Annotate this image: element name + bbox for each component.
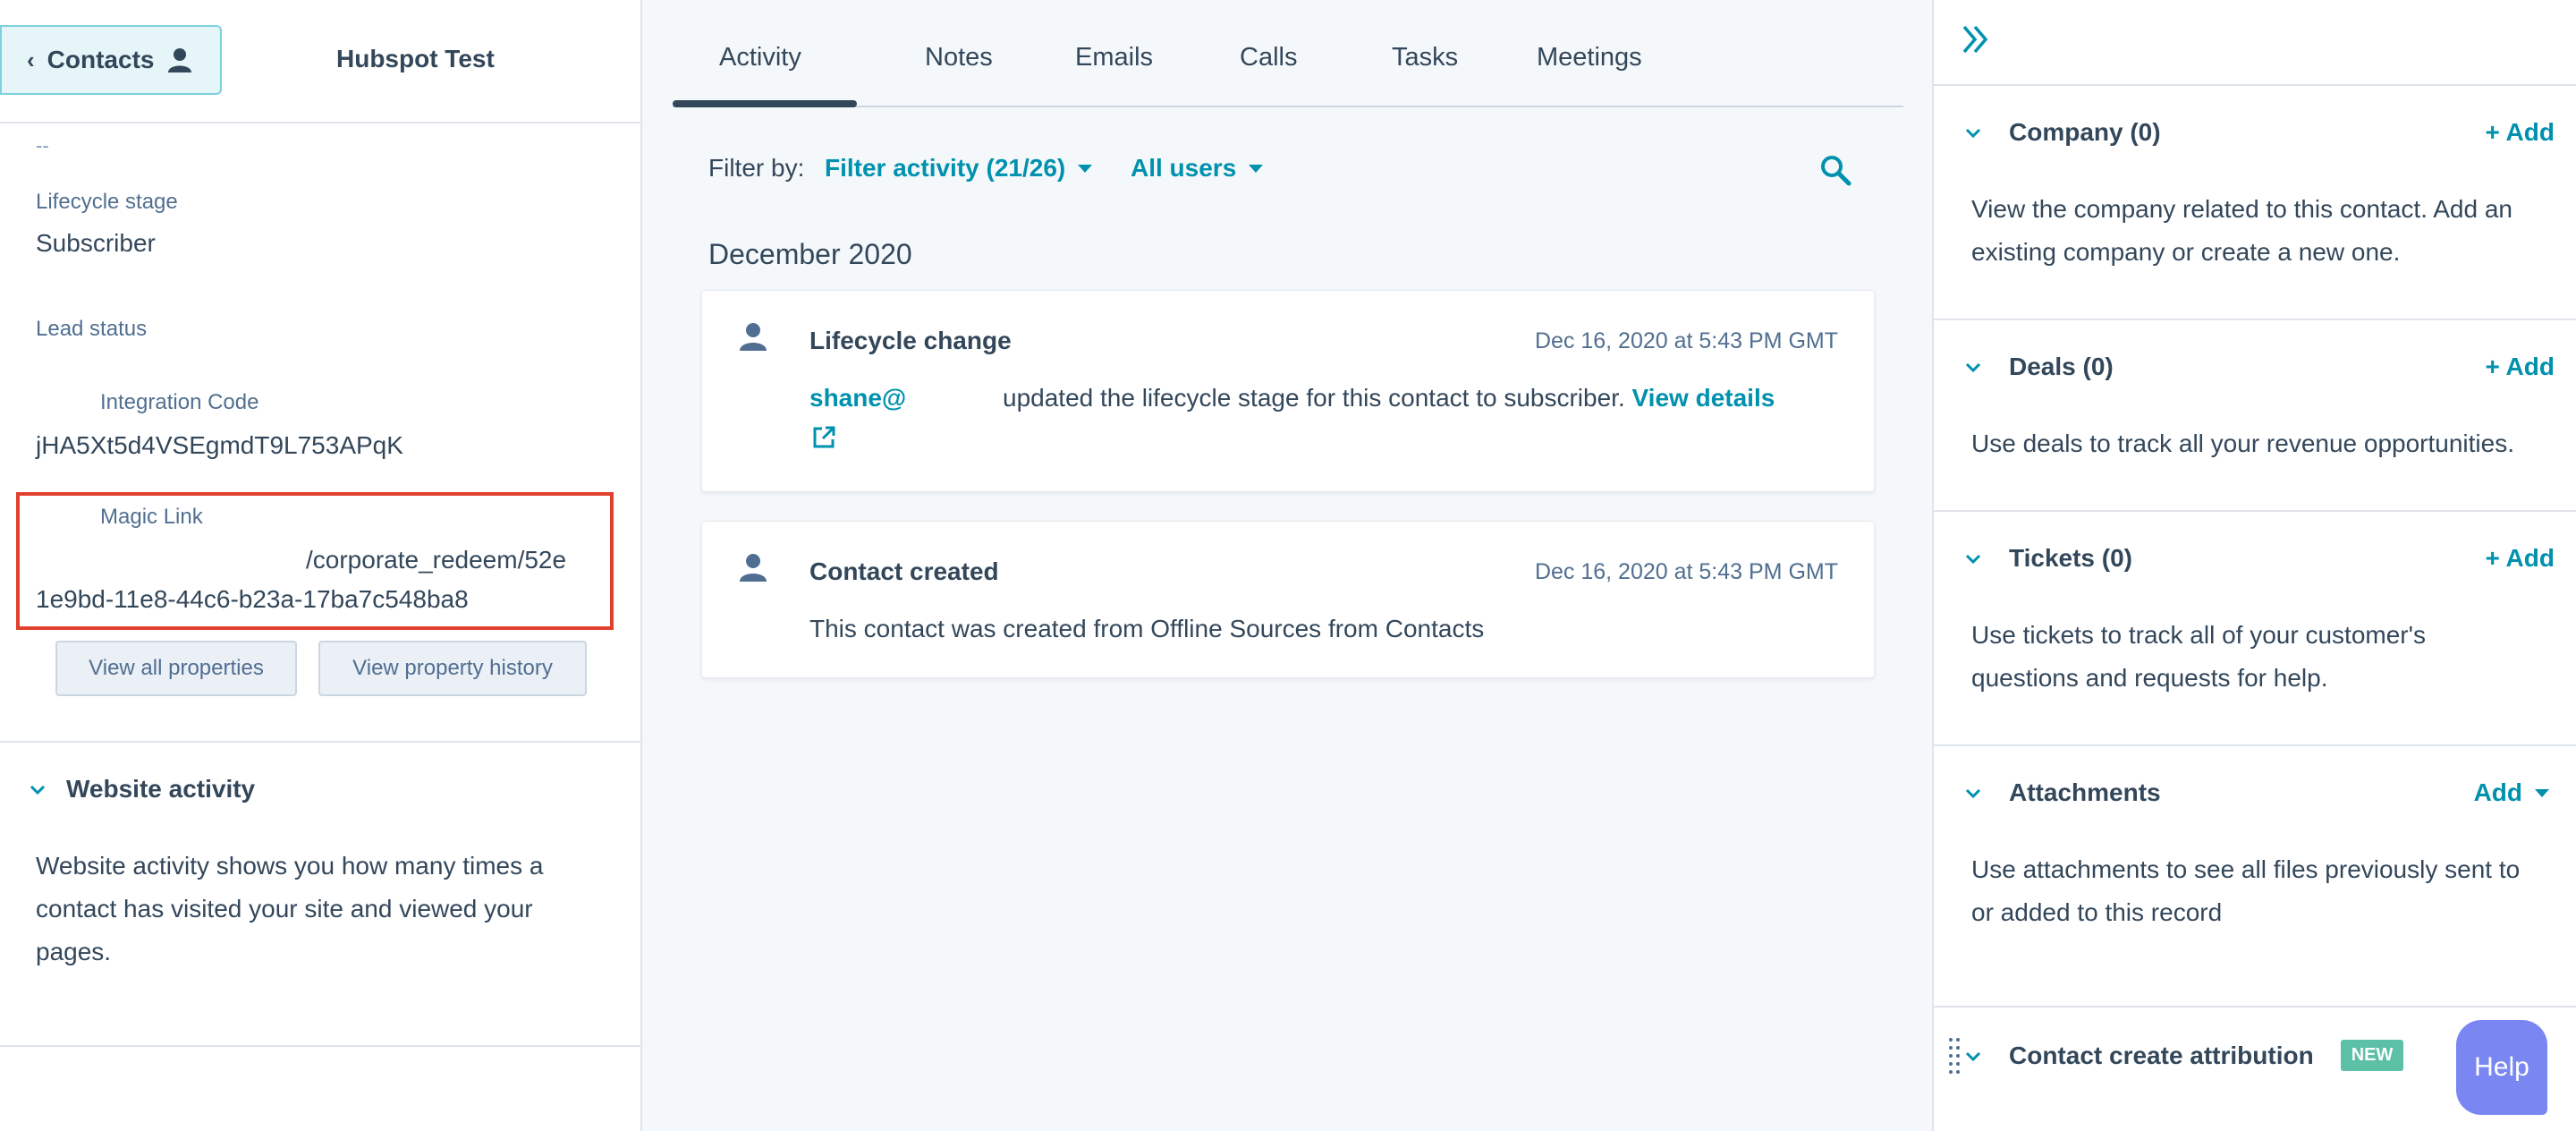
right-sidebar: Company (0) + Add View the company relat… bbox=[1932, 0, 2576, 1131]
divider bbox=[1934, 319, 2576, 320]
tickets-section-title: Tickets (0) bbox=[2009, 544, 2132, 572]
add-deal-button[interactable]: + Add bbox=[2485, 353, 2555, 381]
chevron-down-icon bbox=[1965, 1051, 1981, 1061]
add-company-button[interactable]: + Add bbox=[2485, 118, 2555, 147]
chevron-down-icon bbox=[1965, 128, 1981, 139]
activity-text: updated the lifecycle stage for this con… bbox=[1003, 384, 1625, 412]
month-header: December 2020 bbox=[708, 238, 912, 270]
deals-section-title: Deals (0) bbox=[2009, 353, 2114, 380]
back-button-label: Contacts bbox=[47, 46, 155, 73]
left-sidebar: ‹ Contacts Hubspot Test -- Lifecycle sta… bbox=[0, 0, 642, 1131]
activity-date: Dec 16, 2020 at 5:43 PM GMT bbox=[1534, 559, 1838, 584]
tab-tasks[interactable]: Tasks bbox=[1392, 43, 1458, 72]
filter-activity-label: Filter activity (21/26) bbox=[825, 154, 1066, 182]
lifecycle-stage-label: Lifecycle stage bbox=[36, 190, 178, 214]
lifecycle-stage-value[interactable]: Subscriber bbox=[36, 229, 156, 258]
chevron-left-icon: ‹ bbox=[27, 46, 35, 73]
attribution-section-toggle[interactable]: Contact create attribution NEW bbox=[1964, 1040, 2404, 1071]
magic-link-label: Magic Link bbox=[100, 505, 203, 529]
record-header: ‹ Contacts Hubspot Test bbox=[0, 0, 640, 123]
deals-section-text: Use deals to track all your revenue oppo… bbox=[1971, 429, 2514, 457]
all-users-dropdown[interactable]: All users bbox=[1131, 154, 1264, 183]
website-activity-toggle[interactable]: Website activity bbox=[29, 775, 255, 804]
attachments-section-text-2: or added to this record bbox=[1971, 898, 2223, 926]
tab-calls[interactable]: Calls bbox=[1240, 43, 1297, 72]
activity-date: Dec 16, 2020 at 5:43 PM GMT bbox=[1534, 328, 1838, 353]
divider bbox=[1934, 744, 2576, 746]
activity-title: Lifecycle change bbox=[809, 327, 1012, 354]
empty-property-value: -- bbox=[36, 134, 49, 157]
divider bbox=[1934, 1006, 2576, 1008]
caret-down-icon bbox=[1249, 164, 1264, 173]
tickets-section-toggle[interactable]: Tickets (0) bbox=[1964, 544, 2132, 573]
caret-down-icon bbox=[1078, 164, 1093, 173]
website-activity-text-2: contact has visited your site and viewed… bbox=[36, 895, 533, 923]
search-icon[interactable] bbox=[1819, 154, 1852, 186]
divider bbox=[1934, 84, 2576, 86]
chevron-down-icon bbox=[1965, 554, 1981, 565]
activity-feed-panel: Activity Notes Emails Calls Tasks Meetin… bbox=[642, 0, 1932, 1131]
tab-emails[interactable]: Emails bbox=[1075, 43, 1153, 72]
company-section-text-1: View the company related to this contact… bbox=[1971, 195, 2512, 223]
website-activity-text-3: pages. bbox=[36, 938, 112, 965]
double-chevron-right-icon[interactable] bbox=[1959, 21, 1995, 57]
help-button[interactable]: Help bbox=[2456, 1020, 2547, 1115]
view-all-properties-button[interactable]: View all properties bbox=[55, 641, 297, 696]
chevron-down-icon bbox=[30, 785, 46, 795]
tickets-section-text-1: Use tickets to track all of your custome… bbox=[1971, 621, 2426, 649]
caret-down-icon bbox=[2535, 788, 2549, 797]
chevron-down-icon bbox=[1965, 362, 1981, 373]
divider bbox=[0, 1045, 640, 1047]
activity-text: This contact was created from Offline So… bbox=[809, 615, 1485, 642]
tab-meetings[interactable]: Meetings bbox=[1537, 43, 1642, 72]
add-attachment-dropdown[interactable]: Add bbox=[2474, 778, 2549, 807]
website-activity-title: Website activity bbox=[66, 775, 256, 803]
filter-activity-dropdown[interactable]: Filter activity (21/26) bbox=[825, 154, 1093, 183]
new-badge: NEW bbox=[2340, 1040, 2404, 1071]
chevron-down-icon bbox=[1965, 788, 1981, 799]
record-name: Hubspot Test bbox=[336, 45, 495, 72]
activity-title: Contact created bbox=[809, 557, 999, 585]
tickets-section-text-2: questions and requests for help. bbox=[1971, 664, 2328, 692]
divider bbox=[1934, 510, 2576, 512]
magic-link-value-line1[interactable]: /corporate_redeem/52e bbox=[306, 546, 566, 574]
attachments-section-text-1: Use attachments to see all files previou… bbox=[1971, 855, 2521, 883]
activity-card-contact-created[interactable]: Contact created Dec 16, 2020 at 5:43 PM … bbox=[701, 521, 1875, 678]
person-icon bbox=[740, 323, 767, 351]
back-to-contacts-button[interactable]: ‹ Contacts bbox=[0, 25, 222, 95]
attachments-section-title: Attachments bbox=[2009, 778, 2161, 806]
person-icon bbox=[740, 554, 767, 582]
attribution-section-title: Contact create attribution bbox=[2009, 1041, 2314, 1069]
add-ticket-button[interactable]: + Add bbox=[2485, 544, 2555, 573]
company-section-title: Company (0) bbox=[2009, 118, 2161, 146]
integration-code-value[interactable]: jHA5Xt5d4VSEgmdT9L753APqK bbox=[36, 431, 403, 460]
attachments-section-toggle[interactable]: Attachments bbox=[1964, 778, 2161, 807]
activity-card-lifecycle-change[interactable]: Lifecycle change Dec 16, 2020 at 5:43 PM… bbox=[701, 290, 1875, 492]
external-link-icon[interactable] bbox=[811, 425, 836, 450]
add-attachment-label: Add bbox=[2473, 778, 2522, 806]
lead-status-label: Lead status bbox=[36, 317, 148, 341]
divider bbox=[0, 741, 640, 743]
activity-tabs: Activity Notes Emails Calls Tasks Meetin… bbox=[673, 0, 1903, 107]
person-icon bbox=[168, 48, 192, 72]
view-details-link[interactable]: View details bbox=[1632, 384, 1775, 412]
company-section-toggle[interactable]: Company (0) bbox=[1964, 118, 2161, 147]
company-section-text-2: existing company or create a new one. bbox=[1971, 238, 2401, 266]
tab-activity[interactable]: Activity bbox=[719, 43, 801, 72]
drag-handle-icon[interactable] bbox=[1948, 1036, 1961, 1076]
filter-by-label: Filter by: bbox=[708, 154, 805, 182]
view-property-history-button[interactable]: View property history bbox=[318, 641, 587, 696]
all-users-label: All users bbox=[1131, 154, 1237, 182]
user-link[interactable]: shane@ bbox=[809, 384, 906, 412]
deals-section-toggle[interactable]: Deals (0) bbox=[1964, 353, 2114, 381]
website-activity-text-1: Website activity shows you how many time… bbox=[36, 852, 544, 880]
magic-link-value-line2[interactable]: 1e9bd-11e8-44c6-b23a-17ba7c548ba8 bbox=[36, 585, 469, 614]
active-tab-indicator bbox=[673, 100, 857, 107]
integration-code-label: Integration Code bbox=[100, 390, 259, 414]
tab-notes[interactable]: Notes bbox=[925, 43, 993, 72]
